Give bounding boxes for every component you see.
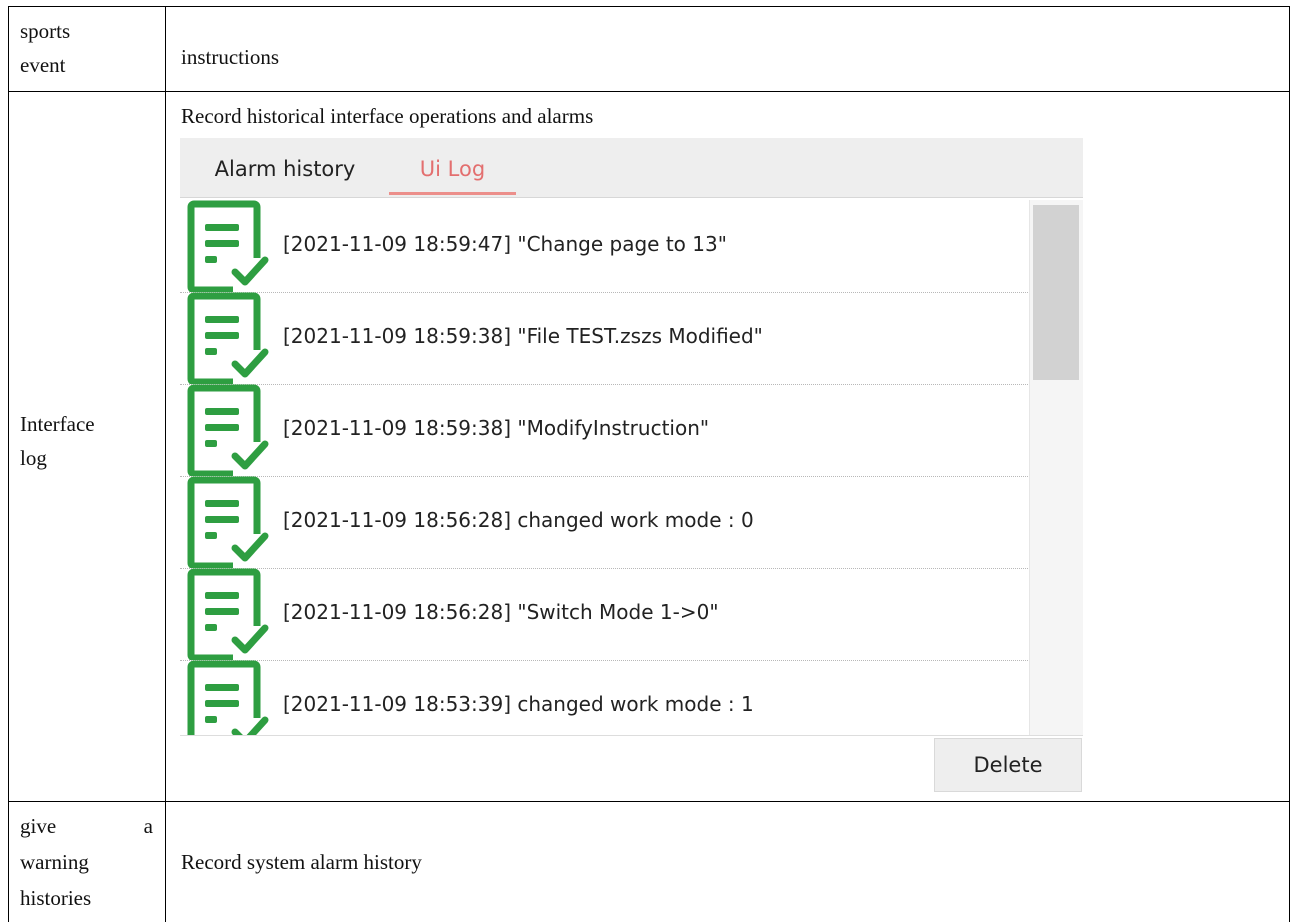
- log-check-icon: [185, 660, 275, 735]
- tab-ui-log[interactable]: Ui Log: [389, 154, 516, 184]
- table-border-row2: [8, 801, 1290, 802]
- row-label-interface-log: Interface log: [20, 412, 95, 470]
- row-description-interface-log: Record historical interface operations a…: [181, 104, 594, 128]
- label-word-a: a: [143, 814, 153, 838]
- log-entry-row[interactable]: [2021-11-09 18:56:28] "Switch Mode 1->0": [180, 568, 1028, 662]
- scrollbar-thumb[interactable]: [1033, 205, 1079, 380]
- log-entry-row[interactable]: [2021-11-09 18:53:39] changed work mode …: [180, 660, 1028, 735]
- header-instructions: instructions: [181, 45, 279, 69]
- row-description-alarm-history: Record system alarm history: [181, 850, 422, 874]
- log-entry-text: [2021-11-09 18:53:39] changed work mode …: [283, 692, 754, 716]
- table-border-top: [8, 6, 1290, 7]
- log-entry-row[interactable]: [2021-11-09 18:59:47] "Change page to 13…: [180, 200, 1028, 294]
- delete-button[interactable]: Delete: [934, 738, 1082, 792]
- log-check-icon: [185, 476, 275, 570]
- ui-log-panel: Alarm history Ui Log [2021-11-09 18:59:4…: [180, 138, 1083, 794]
- log-entry-text: [2021-11-09 18:56:28] "Switch Mode 1->0": [283, 600, 719, 624]
- table-border-row1: [8, 91, 1290, 92]
- label-word-warning: warning: [20, 850, 89, 874]
- active-tab-indicator: [389, 192, 516, 195]
- log-check-icon: [185, 200, 275, 294]
- log-entry-row[interactable]: [2021-11-09 18:59:38] "File TEST.zszs Mo…: [180, 292, 1028, 386]
- log-check-icon: [185, 384, 275, 478]
- log-footer: Delete: [180, 735, 1083, 794]
- tab-alarm-history[interactable]: Alarm history: [205, 154, 365, 184]
- log-entry-text: [2021-11-09 18:59:47] "Change page to 13…: [283, 232, 727, 256]
- log-entry-row[interactable]: [2021-11-09 18:56:28] changed work mode …: [180, 476, 1028, 570]
- tab-bar: Alarm history Ui Log: [180, 138, 1083, 198]
- log-list[interactable]: [2021-11-09 18:59:47] "Change page to 13…: [180, 200, 1083, 735]
- log-entry-text: [2021-11-09 18:59:38] "ModifyInstruction…: [283, 416, 710, 440]
- label-word-histories: histories: [20, 886, 92, 910]
- scrollbar-track[interactable]: [1029, 200, 1083, 735]
- log-entry-row[interactable]: [2021-11-09 18:59:38] "ModifyInstruction…: [180, 384, 1028, 478]
- row-label-alarm-history: give a warning histories: [20, 808, 153, 916]
- table-border-col: [165, 6, 166, 922]
- label-word-give: give: [20, 814, 57, 838]
- log-entry-text: [2021-11-09 18:59:38] "File TEST.zszs Mo…: [283, 324, 763, 348]
- log-entry-text: [2021-11-09 18:56:28] changed work mode …: [283, 508, 754, 532]
- table-border-left: [8, 6, 9, 922]
- header-sports-event: sports event: [20, 19, 71, 77]
- log-check-icon: [185, 568, 275, 662]
- log-check-icon: [185, 292, 275, 386]
